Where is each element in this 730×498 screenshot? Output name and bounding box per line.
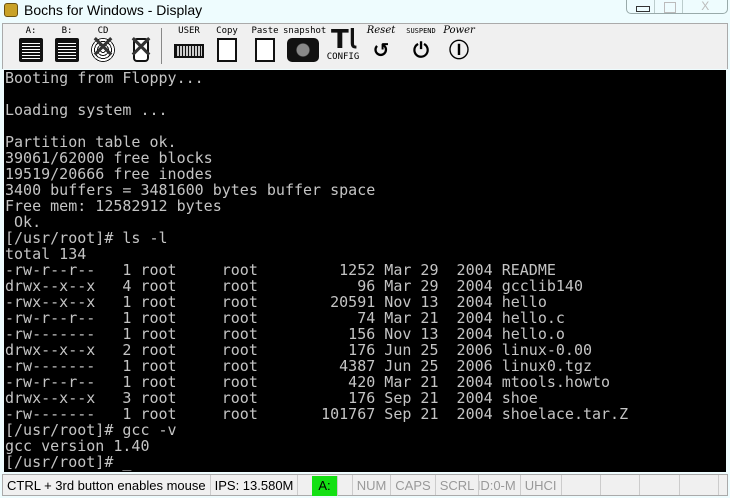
suspend-button[interactable]: SUSPEND ⏻ (401, 26, 441, 66)
toolbar: A: B: CD USER Copy Paste snapshot T𝗅CONF… (2, 23, 728, 69)
user-button[interactable]: USER (169, 26, 209, 66)
power-label: Power (443, 25, 475, 36)
terminal-line: -rw------- 1 root root 4387 Jun 25 2006 … (5, 357, 592, 375)
config-button[interactable]: T𝗅 CONFIG (323, 26, 363, 66)
mouse-button[interactable] (121, 26, 161, 66)
maximize-button[interactable] (655, 0, 684, 13)
mouse-icon (133, 38, 149, 62)
terminal-line: drwx--x--x 3 root root 176 Sep 21 2004 s… (5, 389, 538, 407)
terminal-line: drwx--x--x 2 root root 176 Jun 25 2006 l… (5, 341, 592, 359)
suspend-label: SUSPEND (406, 27, 436, 35)
floppy-a-button[interactable]: A: (11, 26, 51, 66)
copy-icon (217, 38, 237, 62)
close-button[interactable]: X (683, 0, 727, 13)
window-title: Bochs for Windows - Display (24, 2, 203, 18)
copy-label: Copy (216, 26, 238, 36)
terminal-line: 3400 buffers = 3481600 bytes buffer spac… (5, 181, 376, 199)
floppy-a-label: A: (25, 26, 37, 36)
suspend-icon: ⏻ (413, 38, 429, 62)
terminal-line: [/usr/root]# ls -l (5, 229, 168, 247)
terminal-line: -rw-r--r-- 1 root root 74 Mar 21 2004 he… (5, 309, 565, 327)
toolbar-separator (161, 28, 162, 64)
terminal-line: 39061/62000 free blocks (5, 149, 213, 167)
terminal-line: Ok. (5, 213, 42, 231)
floppy-a-led: A: (312, 476, 338, 496)
snapshot-button[interactable]: snapshot (283, 26, 327, 66)
cdrom-icon (91, 38, 115, 62)
terminal-line: [/usr/root]# gcc -v (5, 421, 177, 439)
ips-indicator: IPS: 13.580M (211, 475, 299, 495)
terminal-line: -rw------- 1 root root 101767 Sep 21 200… (5, 405, 629, 423)
camera-icon (287, 38, 319, 62)
terminal-line: -rw------- 1 root root 156 Nov 13 2004 h… (5, 325, 565, 343)
scroll-lock-indicator: SCRL (436, 475, 480, 495)
user-label: USER (178, 26, 200, 36)
terminal-line: [/usr/root]# _ (5, 453, 132, 471)
terminal-line: gcc version 1.40 (5, 437, 150, 455)
reset-button[interactable]: Reset ↺ (361, 26, 401, 66)
terminal-line: 19519/20666 free inodes (5, 165, 213, 183)
reset-label: Reset (366, 25, 396, 36)
minimize-button[interactable] (627, 0, 656, 13)
title-bar: Bochs for Windows - Display X (0, 0, 730, 22)
floppy-b-button[interactable]: B: (47, 26, 87, 66)
bochs-app-icon (4, 3, 18, 17)
hd-indicator: HD:0-M (479, 475, 521, 495)
uhci-indicator: UHCI (521, 475, 562, 495)
terminal-line: -rw-r--r-- 1 root root 420 Mar 21 2004 m… (5, 373, 611, 391)
num-lock-indicator: NUM (353, 475, 392, 495)
emulator-display[interactable]: Booting from Floppy... Loading system ...… (4, 70, 726, 472)
floppy-b-label: B: (61, 26, 73, 36)
snapshot-label: snapshot (283, 26, 327, 36)
clipboard-icon (255, 38, 275, 62)
copy-button[interactable]: Copy (207, 26, 247, 66)
paste-label: Paste (251, 26, 279, 36)
status-bar: CTRL + 3rd button enables mouse IPS: 13.… (2, 474, 728, 496)
window-controls: X (626, 0, 728, 14)
caps-lock-indicator: CAPS (391, 475, 436, 495)
floppy-disk-icon (19, 38, 43, 62)
mouse-hint: CTRL + 3rd button enables mouse (3, 475, 211, 495)
wrench-icon: T𝗅 (331, 25, 356, 55)
terminal-line: Free mem: 12582912 bytes (5, 197, 222, 215)
reset-icon: ↺ (372, 38, 390, 62)
config-label: CONFIG (326, 52, 360, 62)
keyboard-icon (174, 44, 204, 58)
paste-button[interactable]: Paste (245, 26, 285, 66)
terminal-line: drwx--x--x 4 root root 96 Mar 29 2004 gc… (5, 277, 583, 295)
cdrom-button[interactable]: CD (83, 26, 123, 66)
floppy-disk-icon (55, 38, 79, 62)
mouse-label (121, 26, 161, 36)
terminal-line: Booting from Floppy... (5, 70, 204, 87)
terminal-line: -rwx--x--x 1 root root 20591 Nov 13 2004… (5, 293, 547, 311)
terminal-line: Partition table ok. (5, 133, 177, 151)
terminal-line: total 134 (5, 245, 87, 263)
terminal-line: Loading system ... (5, 101, 168, 119)
power-icon: Ⓘ (449, 38, 469, 62)
terminal-line: -rw-r--r-- 1 root root 1252 Mar 29 2004 … (5, 261, 556, 279)
cdrom-label: CD (97, 26, 109, 36)
power-button[interactable]: Power Ⓘ (439, 26, 479, 66)
